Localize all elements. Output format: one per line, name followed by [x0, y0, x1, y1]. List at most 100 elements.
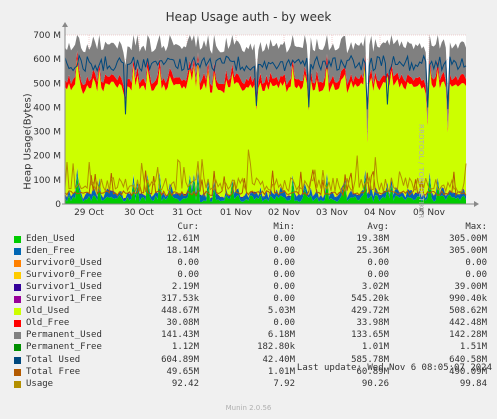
legend-swatch: [14, 320, 21, 328]
y-tick-label: 100 M: [33, 176, 61, 186]
legend-series-name: Survivor1_Used: [26, 282, 102, 293]
legend-min: 0.00: [273, 318, 295, 329]
legend-max: 142.28M: [449, 330, 487, 341]
legend-min: 5.03M: [267, 306, 295, 317]
legend-min: 0.00: [273, 258, 295, 269]
legend-header-avg: Avg:: [367, 222, 389, 232]
legend-max: 0.00: [465, 258, 487, 269]
legend-cur: 49.65M: [166, 366, 199, 377]
x-axis-arrow: [474, 201, 479, 207]
legend-series-name: Old_Free: [26, 318, 70, 329]
legend-avg: 545.20k: [351, 294, 389, 305]
legend-max: 508.62M: [449, 306, 487, 317]
legend-min: 1.01M: [267, 366, 295, 377]
legend-cur: 317.53k: [161, 294, 199, 305]
legend-row: Permanent_Used 141.43M 6.18M 133.65M 142.28M: [12, 330, 492, 342]
legend-avg: 0.00: [367, 258, 389, 269]
legend-series-name: Old_Used: [26, 306, 70, 317]
legend-avg: 19.38M: [356, 234, 389, 245]
legend-header-cur: Cur:: [177, 222, 199, 232]
y-tick-label: 700 M: [33, 31, 61, 41]
legend-row: Old_Used 448.67M 5.03M 429.72M 508.62M: [12, 306, 492, 318]
legend-row: Old_Free 30.08M 0.00 33.98M 442.48M: [12, 318, 492, 330]
legend-cur: 448.67M: [161, 306, 199, 317]
legend-series-name: Total Free: [26, 366, 81, 377]
x-tick-label: 31 Oct: [172, 208, 202, 218]
y-tick-label: 200 M: [33, 152, 61, 162]
legend-avg: 3.02M: [361, 282, 389, 293]
legend-swatch: [14, 332, 21, 340]
legend-max: 305.00M: [449, 246, 487, 257]
legend-avg: 1.01M: [361, 342, 389, 353]
y-axis-label: Heap Usage(Bytes): [22, 93, 34, 190]
legend-min: 7.92: [273, 378, 295, 389]
legend-swatch: [14, 272, 21, 280]
last-update: Last update: Wed Nov 6 08:05:07 2024: [296, 363, 492, 373]
legend-max: 442.48M: [449, 318, 487, 329]
legend-cur: 2.19M: [171, 282, 199, 293]
legend-swatch: [14, 344, 21, 352]
legend-swatch: [14, 380, 21, 388]
x-tick-label: 30 Oct: [124, 208, 154, 218]
legend-min: 0.00: [273, 234, 295, 245]
legend-min: 0.00: [273, 282, 295, 293]
legend-series-name: Eden_Free: [26, 246, 75, 257]
legend-series-name: Usage: [26, 378, 54, 389]
legend-swatch: [14, 368, 21, 376]
legend-cur: 30.08M: [166, 318, 199, 329]
legend-cur: 18.14M: [166, 246, 199, 257]
legend-cur: 0.00: [177, 270, 199, 281]
legend-series-name: Permanent_Free: [26, 342, 102, 353]
x-tick-label: 29 Oct: [74, 208, 104, 218]
legend-header-min: Min:: [273, 222, 295, 232]
legend-min: 6.18M: [267, 330, 295, 341]
legend-min: 0.00: [273, 270, 295, 281]
legend-swatch: [14, 308, 21, 316]
legend-row: Survivor0_Free 0.00 0.00 0.00 0.00: [12, 270, 492, 282]
legend-row: Survivor0_Used 0.00 0.00 0.00 0.00: [12, 258, 492, 270]
legend-series-name: Eden_Used: [26, 234, 75, 245]
legend-header: Cur: Min: Avg: Max:: [12, 222, 492, 234]
legend-row: Permanent_Free 1.12M 182.80k 1.01M 1.51M: [12, 342, 492, 354]
x-tick-label: 01 Nov: [220, 208, 253, 218]
legend-min: 0.00: [273, 246, 295, 257]
legend-swatch: [14, 284, 21, 292]
legend-min: 42.40M: [262, 354, 295, 365]
legend-max: 990.40k: [449, 294, 487, 305]
y-tick-label: 0: [55, 200, 61, 210]
legend-swatch: [14, 248, 21, 256]
y-tick-label: 400 M: [33, 103, 61, 113]
legend-swatch: [14, 236, 21, 244]
legend-row: Usage 92.42 7.92 90.26 99.84: [12, 379, 492, 391]
legend-avg: 133.65M: [351, 330, 389, 341]
y-tick-label: 600 M: [33, 55, 61, 65]
legend-avg: 90.26: [361, 378, 389, 389]
legend-max: 39.00M: [454, 282, 487, 293]
legend-cur: 12.61M: [166, 234, 199, 245]
x-tick-label: 03 Nov: [316, 208, 349, 218]
footer-version: Munin 2.0.56: [225, 404, 272, 412]
legend-row: Eden_Free 18.14M 0.00 25.36M 305.00M: [12, 246, 492, 258]
legend-series-name: Total Used: [26, 354, 81, 365]
legend-series-name: Permanent_Used: [26, 330, 102, 341]
legend-cur: 1.12M: [171, 342, 199, 353]
legend-cur: 141.43M: [161, 330, 199, 341]
legend-avg: 0.00: [367, 270, 389, 281]
y-tick-label: 300 M: [33, 128, 61, 138]
legend-row: Eden_Used 12.61M 0.00 19.38M 305.00M: [12, 234, 492, 246]
legend-avg: 429.72M: [351, 306, 389, 317]
x-tick-label: 02 Nov: [268, 208, 301, 218]
legend-max: 99.84: [459, 378, 487, 389]
legend-cur: 92.42: [171, 378, 199, 389]
legend-swatch: [14, 296, 21, 304]
legend-cur: 604.89M: [161, 354, 199, 365]
legend-avg: 33.98M: [356, 318, 389, 329]
legend-max: 1.51M: [459, 342, 487, 353]
legend-series-name: Survivor1_Free: [26, 294, 102, 305]
legend-row: Survivor1_Used 2.19M 0.00 3.02M 39.00M: [12, 282, 492, 294]
legend-min: 182.80k: [257, 342, 295, 353]
chart-title: Heap Usage auth - by week: [165, 10, 332, 24]
legend-max: 305.00M: [449, 234, 487, 245]
legend-series-name: Survivor0_Free: [26, 270, 102, 281]
legend-max: 0.00: [465, 270, 487, 281]
